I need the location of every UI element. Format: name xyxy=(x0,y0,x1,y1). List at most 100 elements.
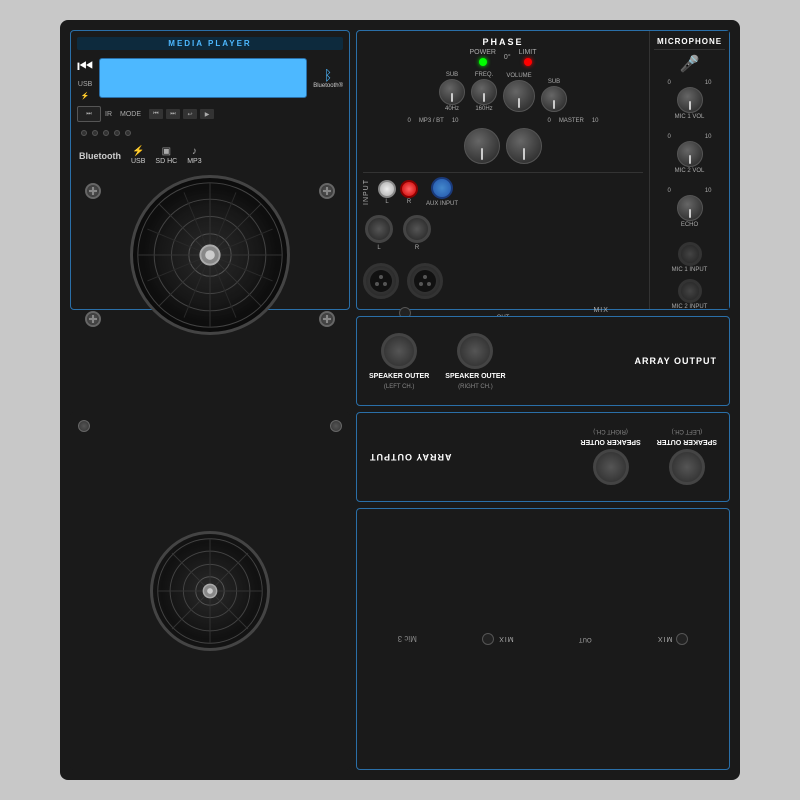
speaker-outer-right-sublabel: (RIGHT CH.) xyxy=(458,384,493,390)
sd-text: SD HC xyxy=(155,158,177,165)
ir-mode-row: ⏭ IR MODE ⏮ ⏭ ↩ ▶ xyxy=(77,106,343,122)
scale-10-right: 10 xyxy=(592,118,599,124)
mic2-input-jack[interactable] xyxy=(678,279,702,303)
mic1-input-jack[interactable] xyxy=(678,242,702,266)
sub-left-knob[interactable] xyxy=(439,79,465,105)
sub-right-knob[interactable] xyxy=(541,86,567,112)
usb-label: USB xyxy=(78,81,92,88)
media-player-body: ⏮ USB ⚡ ᛒ Bluetooth® xyxy=(77,56,343,100)
dot-1 xyxy=(81,130,87,136)
mic1-scale: 0 10 xyxy=(668,80,712,86)
xlr-right-group xyxy=(407,263,443,299)
bluetooth-badge: ᛒ Bluetooth® xyxy=(313,67,343,89)
zero-label: 0° xyxy=(504,54,511,61)
play-btn[interactable]: ▶ xyxy=(200,109,214,119)
mp3bt-label: MP3 / BT xyxy=(419,118,444,124)
mic1input-group: MIC 1 INPUT xyxy=(654,242,725,273)
fan-small-svg xyxy=(153,534,267,648)
trs-right-jack[interactable] xyxy=(403,215,431,243)
phase-row: POWER 0° LIMIT xyxy=(363,49,643,66)
master-knob[interactable] xyxy=(506,128,542,164)
speaker-outer-left-jack[interactable] xyxy=(381,333,417,369)
mic2vol-knob[interactable] xyxy=(677,141,703,167)
speaker-outer-right-label: SPEAKER OUTER xyxy=(445,373,505,380)
sub-right-label: SUB xyxy=(548,79,560,85)
fan-grid-svg xyxy=(133,178,287,332)
trs-left-jack[interactable] xyxy=(365,215,393,243)
connectivity-row: Bluetooth ⚡ USB ▣ SD HC ♪ MP3 xyxy=(77,142,343,169)
echo-scale-10: 10 xyxy=(705,188,712,194)
bottom-right-combined: SPEAKER OUTER (LEFT CH.) SPEAKER OUTER (… xyxy=(356,412,730,770)
bluetooth-symbol: ᛒ xyxy=(313,67,343,83)
speaker-outer-right-jack[interactable] xyxy=(457,333,493,369)
source-icon: ⏮ xyxy=(77,56,93,77)
scale-row: 0 MP3 / BT 10 0 MASTER 10 xyxy=(363,118,643,124)
speaker-outer-right: SPEAKER OUTER (RIGHT CH.) xyxy=(445,333,505,390)
prev-btn[interactable]: ⏮ xyxy=(149,109,163,119)
mic1vol-knob[interactable] xyxy=(677,87,703,113)
rca-white-jack[interactable] xyxy=(378,180,396,198)
mic2vol-group: 0 10 MIC 2 VOL xyxy=(654,134,725,174)
bluetooth-text: Bluetooth® xyxy=(313,83,343,89)
mp3bt-knob[interactable] xyxy=(464,128,500,164)
mic2input-group: MIC 2 INPUT xyxy=(654,279,725,310)
xlr-left[interactable] xyxy=(363,263,399,299)
audio-mixer-device: MEDIA PLAYER ⏮ USB ⚡ ᛒ Bluetooth® xyxy=(60,20,740,780)
upside-speaker-1-label: SPEAKER OUTER xyxy=(657,439,717,446)
echo-label: ECHO xyxy=(681,222,698,228)
xlr-pins-svg xyxy=(373,273,389,289)
freq40-label: 40Hz xyxy=(445,106,459,112)
top-section: MEDIA PLAYER ⏮ USB ⚡ ᛒ Bluetooth® xyxy=(70,30,730,310)
volume-group: VOLUME xyxy=(503,73,535,112)
mode-label: MODE xyxy=(120,111,141,118)
freq160-label: 160Hz xyxy=(475,106,492,112)
dot-row xyxy=(81,130,343,136)
rca-red-jack[interactable] xyxy=(400,180,418,198)
source-icon-small: ⏭ xyxy=(86,111,91,118)
rca-pair: L R xyxy=(378,180,418,205)
dot-3 xyxy=(103,130,109,136)
freq-label: FREQ. xyxy=(475,72,493,78)
scale-mp3bt: 0 MP3 / BT 10 xyxy=(407,118,458,124)
upside-speaker-2-jack[interactable] xyxy=(593,450,629,486)
screw-bl xyxy=(85,311,101,327)
upside-speaker-1-sub: (LEFT CH.) xyxy=(672,429,703,435)
mic1vol-group: 0 10 MIC 1 VOL xyxy=(654,80,725,120)
rca-l-label: L xyxy=(385,199,388,205)
aux-jack[interactable] xyxy=(431,177,453,199)
next-btn[interactable]: ⏭ xyxy=(166,109,180,119)
mix-right-label: MIX xyxy=(593,307,608,314)
xlr-right[interactable] xyxy=(407,263,443,299)
xlr-right-inner xyxy=(414,270,436,292)
bottom-mix-circle-l xyxy=(676,633,688,645)
bottom-mix-label-l: MIX xyxy=(657,636,672,643)
screw-tr xyxy=(319,183,335,199)
repeat-btn[interactable]: ↩ xyxy=(183,109,197,119)
rca-r-label: R xyxy=(407,199,411,205)
usb-symbol: ⚡ xyxy=(81,92,90,100)
bottom-mix-circle-r xyxy=(482,633,494,645)
freq-knob[interactable] xyxy=(471,79,497,105)
dot-5 xyxy=(125,130,131,136)
mp3bt-knob-group xyxy=(464,128,500,164)
master-knob-group xyxy=(506,128,542,164)
inputs-section: INPUT L R AUX INPUT xyxy=(363,172,643,207)
echo-knob[interactable] xyxy=(677,195,703,221)
transport-buttons: ⏮ ⏭ ↩ ▶ xyxy=(149,109,214,119)
volume-label: VOLUME xyxy=(506,73,531,79)
volume-knob[interactable] xyxy=(503,80,535,112)
upside-speaker-1-jack[interactable] xyxy=(669,450,705,486)
left-panel: MEDIA PLAYER ⏮ USB ⚡ ᛒ Bluetooth® xyxy=(70,30,350,310)
dot-2 xyxy=(92,130,98,136)
echo-group: 0 10 ECHO xyxy=(654,188,725,228)
power-label: POWER xyxy=(469,49,495,56)
upside-array-output-label: ARRAY OUTPUT xyxy=(369,452,452,462)
mic-header: MICROPHONE xyxy=(654,37,725,50)
array-output-label: ARRAY OUTPUT xyxy=(634,356,717,366)
rca-red-group: R xyxy=(400,180,418,205)
limit-label: LIMIT xyxy=(519,49,537,56)
right-panel: PHASE POWER 0° LIMIT xyxy=(356,30,730,310)
zero-degree-indicator: 0° xyxy=(504,54,511,61)
speaker-outer-left-label: SPEAKER OUTER xyxy=(369,373,429,380)
input-label: INPUT xyxy=(363,179,370,205)
